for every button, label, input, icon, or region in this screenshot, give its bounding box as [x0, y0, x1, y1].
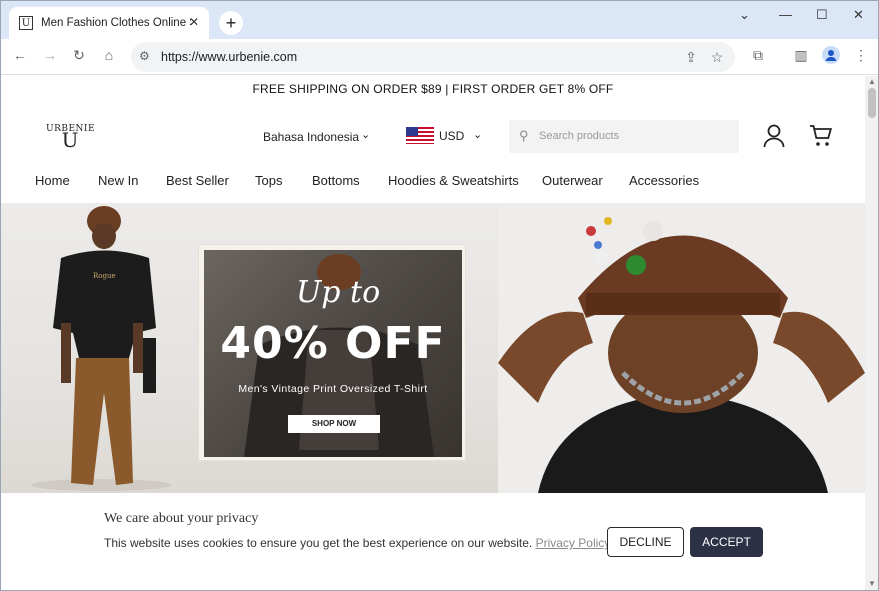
browser-tab[interactable]: U Men Fashion Clothes Online Sh ✕: [9, 7, 209, 39]
maximize-button[interactable]: ☐: [816, 7, 828, 23]
cookie-text: This website uses cookies to ensure you …: [104, 536, 533, 550]
nav-item-best-seller[interactable]: Best Seller: [166, 173, 229, 188]
close-window-button[interactable]: ✕: [853, 7, 864, 23]
account-icon[interactable]: [763, 124, 785, 148]
minimize-button[interactable]: —: [779, 7, 792, 22]
promo-subtitle: Men's Vintage Print Oversized T-Shirt: [238, 383, 428, 395]
more-menu-icon[interactable]: ⋮: [851, 47, 871, 64]
nav-item-new-in[interactable]: New In: [98, 173, 138, 188]
cookie-consent-bar: We care about your privacy This website …: [1, 493, 865, 590]
browser-window: U Men Fashion Clothes Online Sh ✕ + ⌄ — …: [0, 0, 879, 591]
bookmark-star-icon[interactable]: ☆: [707, 49, 727, 66]
promo-script-headline: Up to: [296, 275, 381, 310]
close-tab-icon[interactable]: ✕: [189, 15, 199, 29]
search-icon[interactable]: ⚲: [519, 128, 529, 144]
page-scrollbar[interactable]: ▲ ▼: [865, 76, 878, 590]
url-text: https://www.urbenie.com: [161, 50, 298, 64]
extensions-icon[interactable]: ⧉: [748, 47, 768, 64]
scroll-down-arrow-icon[interactable]: ▼: [868, 579, 876, 588]
home-icon[interactable]: ⌂: [99, 47, 119, 63]
logo-mark: U: [61, 128, 79, 152]
hero-banner[interactable]: Rogue Up to 40% OFF Men's Vintage Print …: [1, 203, 865, 493]
currency-selector[interactable]: USD: [439, 129, 464, 143]
svg-text:Rogue: Rogue: [93, 272, 116, 280]
tab-search-chevron-icon[interactable]: ⌄: [739, 7, 750, 23]
cookie-message: This website uses cookies to ensure you …: [104, 536, 610, 550]
search-input[interactable]: ⚲ Search products: [509, 120, 739, 153]
chevron-down-icon[interactable]: ⌄: [473, 128, 482, 141]
cart-icon[interactable]: [809, 124, 833, 148]
nav-item-home[interactable]: Home: [35, 173, 70, 188]
site-favicon-icon: U: [19, 16, 33, 30]
back-arrow-icon[interactable]: ←: [10, 47, 30, 63]
nav-item-bottoms[interactable]: Bottoms: [312, 173, 360, 188]
share-icon[interactable]: ⇪: [681, 49, 701, 66]
announcement-bar: FREE SHIPPING ON ORDER $89 | FIRST ORDER…: [252, 82, 614, 96]
shop-now-button[interactable]: SHOP NOW: [288, 415, 380, 433]
reload-icon[interactable]: ↻: [69, 47, 89, 64]
nav-item-hoodies[interactable]: Hoodies & Sweatshirts: [388, 173, 519, 188]
site-settings-icon[interactable]: ⚙: [139, 49, 150, 63]
site-logo[interactable]: URBENIE U: [46, 124, 95, 154]
accept-button[interactable]: ACCEPT: [690, 527, 763, 557]
side-panel-icon[interactable]: ▥: [791, 47, 811, 64]
tab-title: Men Fashion Clothes Online Sh: [41, 17, 191, 29]
hero-right-panel: [498, 203, 865, 493]
us-flag-icon: [406, 127, 434, 144]
search-placeholder: Search products: [539, 130, 620, 142]
nav-item-tops[interactable]: Tops: [255, 173, 282, 188]
tab-strip: U Men Fashion Clothes Online Sh ✕ + ⌄ — …: [1, 1, 878, 39]
hero-left-panel: Rogue Up to 40% OFF Men's Vintage Print …: [1, 203, 498, 493]
scrollbar-thumb[interactable]: [868, 88, 876, 118]
promo-discount: 40% OFF: [220, 318, 446, 369]
nav-item-outerwear[interactable]: Outerwear: [542, 173, 603, 188]
nav-item-accessories[interactable]: Accessories: [629, 173, 699, 188]
new-tab-button[interactable]: +: [219, 11, 243, 35]
web-page: FREE SHIPPING ON ORDER $89 | FIRST ORDER…: [1, 76, 865, 590]
chevron-down-icon[interactable]: ⌄: [361, 128, 370, 141]
address-bar[interactable]: ⚙ https://www.urbenie.com ⇪ ☆: [131, 42, 735, 72]
profile-avatar-icon[interactable]: [821, 46, 841, 67]
cookie-title: We care about your privacy: [104, 511, 259, 526]
language-selector[interactable]: Bahasa Indonesia: [263, 130, 359, 144]
model-beanie-image: [498, 203, 865, 493]
browser-toolbar: ← → ↻ ⌂ ⚙ https://www.urbenie.com ⇪ ☆ ⧉ …: [1, 39, 878, 75]
promo-card-image: Up to 40% OFF Men's Vintage Print Oversi…: [204, 250, 462, 457]
forward-arrow-icon[interactable]: →: [40, 47, 60, 63]
scroll-up-arrow-icon[interactable]: ▲: [868, 77, 876, 86]
promo-card[interactable]: Up to 40% OFF Men's Vintage Print Oversi…: [198, 244, 466, 461]
decline-button[interactable]: DECLINE: [607, 527, 684, 557]
privacy-policy-link[interactable]: Privacy Policy: [536, 536, 611, 550]
